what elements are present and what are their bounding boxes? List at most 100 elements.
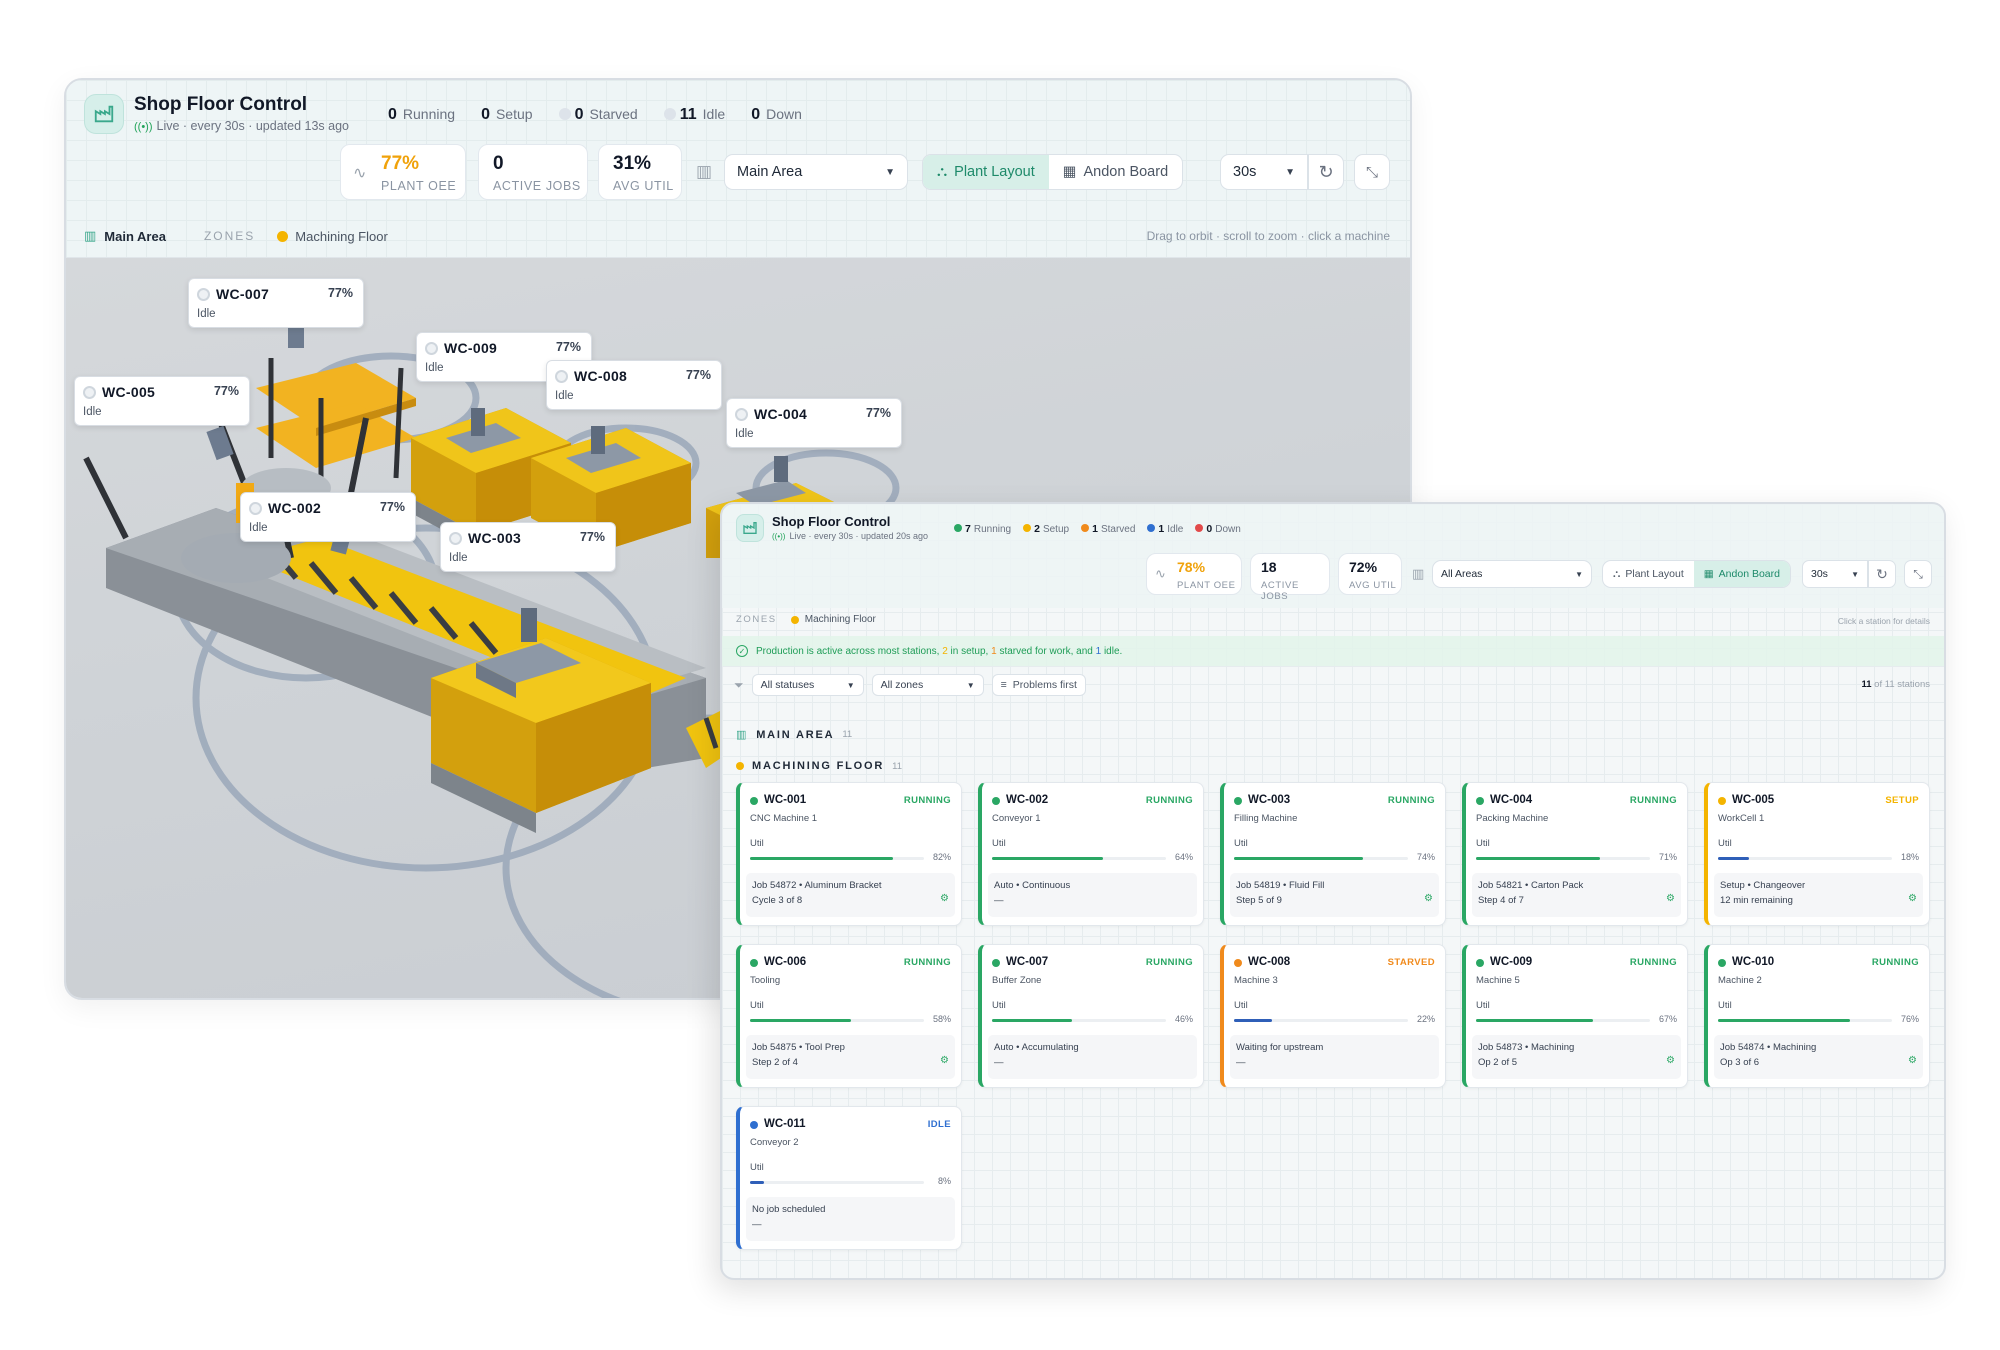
station-card-wc-004[interactable]: WC-004 RUNNING Packing Machine Util 71% Job 5…: [1462, 782, 1688, 926]
area-select[interactable]: All Areas ▼: [1432, 560, 1592, 588]
banner-part: starved for work, and: [996, 645, 1096, 657]
machine-tag-wc-007[interactable]: WC-007 77% Idle: [188, 278, 364, 328]
station-name: Machine 2: [1718, 975, 1762, 986]
station-status: RUNNING: [1629, 957, 1677, 968]
count-label: Setup: [1042, 524, 1070, 535]
station-id: WC-007: [1006, 956, 1049, 968]
zone-chip[interactable]: Machining Floor: [805, 614, 876, 625]
machine-tag-wc-008[interactable]: WC-008 77% Idle: [546, 360, 722, 410]
machine-status: Idle: [735, 428, 754, 440]
tab-andon-board[interactable]: ▦ Andon Board: [1049, 155, 1182, 189]
gear-icon: ⚙: [1666, 1055, 1675, 1066]
live-icon: ((•)): [772, 532, 786, 541]
station-card-wc-001[interactable]: WC-001 RUNNING CNC Machine 1 Util 82% Job 548…: [736, 782, 962, 926]
kpi-label: Active Jobs: [1261, 580, 1299, 602]
status-dot: [1023, 524, 1032, 532]
station-card-wc-010[interactable]: WC-010 RUNNING Machine 2 Util 76% Job 54874 •…: [1704, 944, 1930, 1088]
zone-chip[interactable]: Machining Floor: [295, 229, 388, 244]
banner-part: in setup,: [947, 645, 992, 657]
station-card-wc-009[interactable]: WC-009 RUNNING Machine 5 Util 67% Job 54873 •…: [1462, 944, 1688, 1088]
job-progress: Op 3 of 6: [1720, 1057, 1760, 1068]
refresh-icon: ↻: [1876, 565, 1888, 582]
job-info: Waiting for upstream —: [1230, 1035, 1439, 1079]
refresh-button[interactable]: ↻: [1868, 560, 1896, 588]
station-card-wc-007[interactable]: WC-007 RUNNING Buffer Zone Util 46% Auto • Ac…: [978, 944, 1204, 1088]
zone-dot: [790, 615, 799, 624]
tab-plant-layout[interactable]: ⛬ Plant Layout: [1603, 561, 1694, 587]
job-progress: Step 2 of 4: [752, 1057, 798, 1068]
machine-oee: 77%: [327, 286, 353, 300]
count-down: 0 Down: [1195, 523, 1241, 535]
station-id: WC-004: [1490, 794, 1533, 806]
problems-first-label: Problems first: [1012, 679, 1077, 691]
job-info: Job 54874 • Machining Op 3 of 6 ⚙: [1714, 1035, 1923, 1079]
job-line: Auto • Accumulating: [994, 1042, 1079, 1053]
station-card-wc-006[interactable]: WC-006 RUNNING Tooling Util 58% Job 54875 • T…: [736, 944, 962, 1088]
refresh-button[interactable]: ↻: [1308, 154, 1344, 190]
view-toggle: ⛬ Plant Layout ▦ Andon Board: [922, 154, 1184, 190]
job-info: Job 54819 • Fluid Fill Step 5 of 9 ⚙: [1230, 873, 1439, 917]
job-progress: —: [994, 1057, 1004, 1068]
status-ring-icon: [425, 342, 438, 355]
job-line: Job 54821 • Carton Pack: [1478, 880, 1584, 891]
machine-tag-wc-004[interactable]: WC-004 77% Idle: [726, 398, 902, 448]
activity-icon: ∿: [353, 165, 367, 182]
station-card-wc-011[interactable]: WC-011 IDLE Conveyor 2 Util 8% No job schedul…: [736, 1106, 962, 1250]
interval-value: 30s: [1811, 568, 1828, 580]
machine-tag-wc-003[interactable]: WC-003 77% Idle: [440, 522, 616, 572]
machine-tag-wc-002[interactable]: WC-002 77% Idle: [240, 492, 416, 542]
count-running: 0 Running: [388, 106, 455, 124]
status-dot: [558, 108, 571, 120]
collapse-button[interactable]: ⤡: [1904, 560, 1932, 588]
station-card-wc-003[interactable]: WC-003 RUNNING Filling Machine Util 74% Job 5…: [1220, 782, 1446, 926]
job-info: Job 54872 • Aluminum Bracket Cycle 3 of 8…: [746, 873, 955, 917]
util-label: Util: [750, 1162, 764, 1173]
collapse-button[interactable]: ⤡: [1354, 154, 1390, 190]
area-select[interactable]: Main Area ▼: [724, 154, 908, 190]
machine-oee: 77%: [555, 340, 581, 354]
status-dot: [1718, 797, 1726, 805]
status-filter[interactable]: All statuses ▼: [751, 674, 864, 696]
station-card-wc-005[interactable]: WC-005 SETUP WorkCell 1 Util 18% Setup • Chan…: [1704, 782, 1930, 926]
machine-id: WC-002: [268, 500, 322, 516]
station-id: WC-011: [764, 1118, 806, 1130]
util-bar-fill: [1476, 857, 1600, 860]
zones-label: ZONES: [203, 229, 256, 243]
station-name: Conveyor 1: [992, 813, 1041, 824]
util-percent: 18%: [1900, 852, 1919, 862]
building-icon: ▥: [1412, 566, 1425, 581]
problems-first-toggle[interactable]: ≡ Problems first: [991, 674, 1086, 696]
gear-icon: ⚙: [940, 1055, 949, 1066]
machine-oee: 77%: [379, 500, 405, 514]
machine-tag-wc-005[interactable]: WC-005 77% Idle: [74, 376, 250, 426]
job-progress: —: [1236, 1057, 1246, 1068]
zone-filter[interactable]: All zones ▼: [871, 674, 984, 696]
station-card-wc-008[interactable]: WC-008 STARVED Machine 3 Util 22% Waiting for…: [1220, 944, 1446, 1088]
interval-select[interactable]: 30s ▼: [1802, 560, 1868, 588]
util-bar: [750, 1181, 924, 1184]
count-label: Setup: [495, 106, 533, 122]
filter-row: ⏷ All statuses ▼ All zones ▼ ≡ Problems fir…: [734, 674, 1086, 696]
machine-status: Idle: [249, 522, 268, 534]
machine-status: Idle: [197, 308, 216, 320]
station-status: RUNNING: [1145, 957, 1193, 968]
tab-plant-layout[interactable]: ⛬ Plant Layout: [923, 155, 1049, 189]
count-setup: 0 Setup: [481, 106, 533, 124]
status-dot: [1476, 959, 1484, 967]
banner-part: Production is active across most station…: [756, 645, 943, 657]
status-ring-icon: [83, 386, 96, 399]
count-value: 11: [679, 106, 697, 123]
station-card-wc-002[interactable]: WC-002 RUNNING Conveyor 1 Util 64% Auto • Con…: [978, 782, 1204, 926]
util-bar-fill: [750, 857, 893, 860]
zone-dot: [736, 762, 744, 770]
section-machining-floor: MACHINING FLOOR 11: [736, 760, 902, 772]
station-name: Machine 5: [1476, 975, 1520, 986]
tab-andon-board[interactable]: ▦ Andon Board: [1693, 561, 1790, 587]
status-dot: [1147, 524, 1156, 532]
gear-icon: ⚙: [1908, 893, 1917, 904]
section-title: MACHINING FLOOR: [752, 760, 885, 772]
kpi-plant-oee: ∿ 78% Plant OEE: [1146, 553, 1242, 595]
job-line: Job 54875 • Tool Prep: [752, 1042, 845, 1053]
interval-select[interactable]: 30s ▼: [1220, 154, 1308, 190]
count-value: 1: [1158, 523, 1165, 535]
